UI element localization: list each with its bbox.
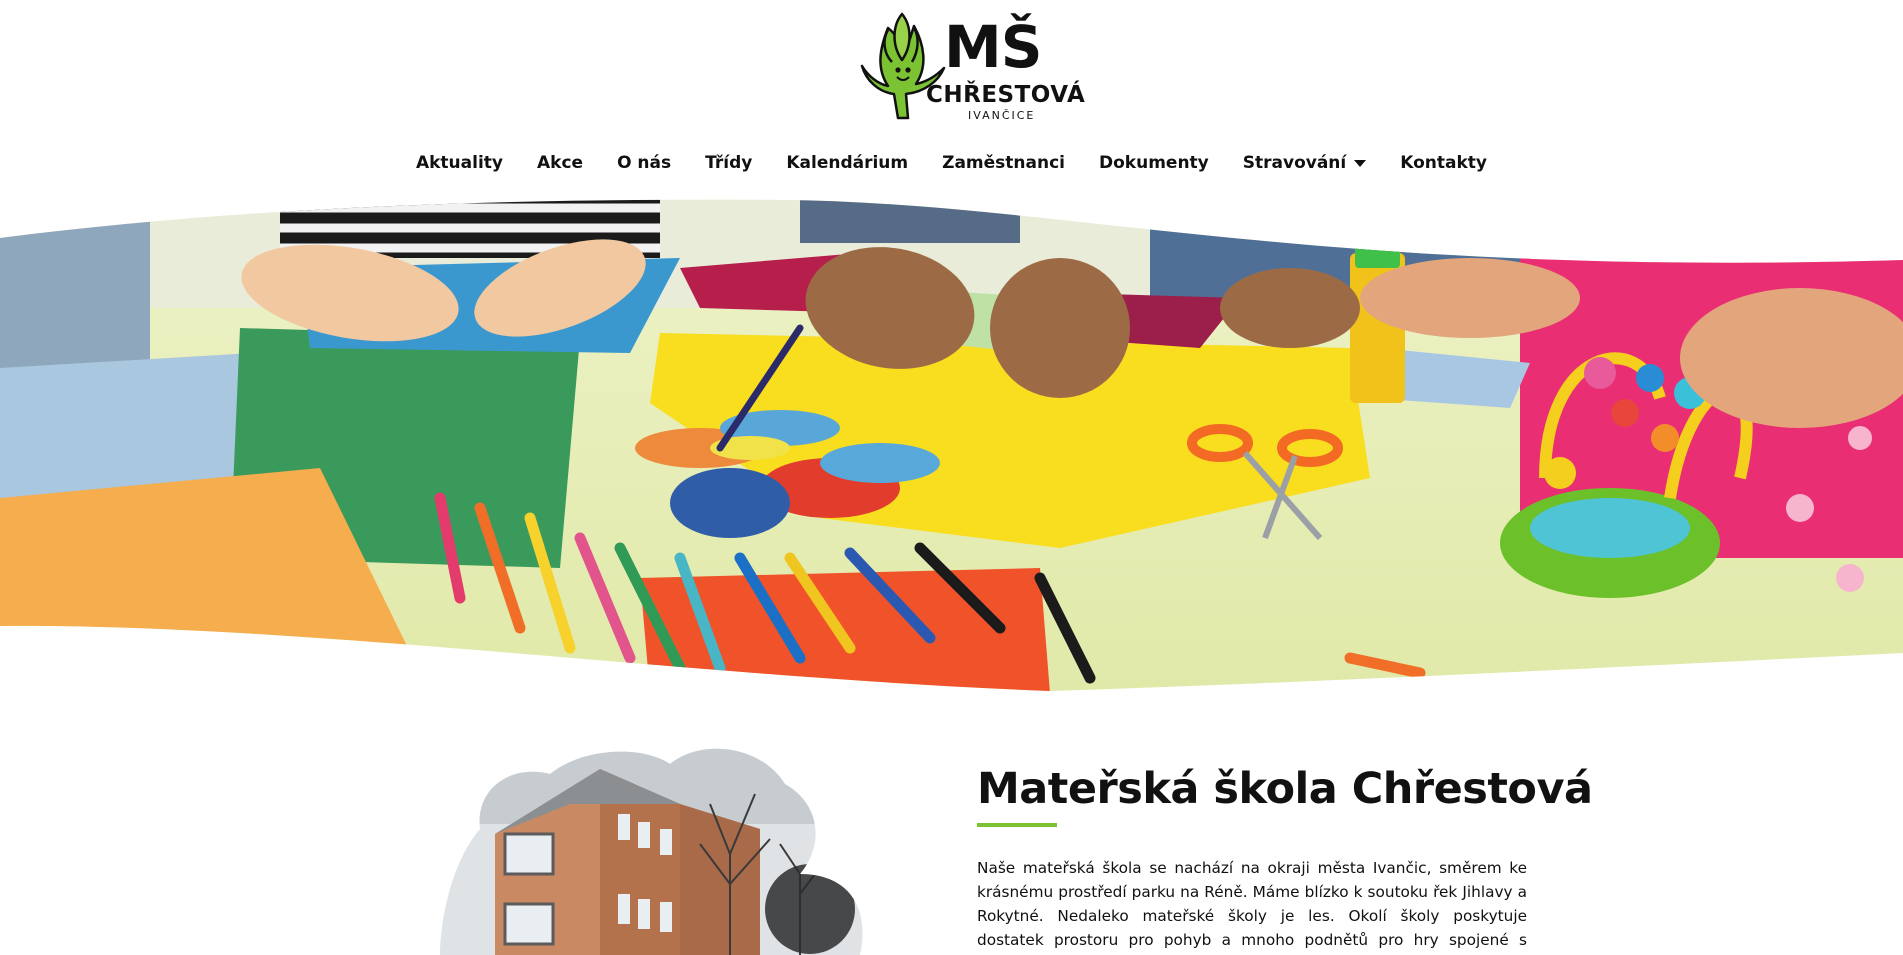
nav-item-label: Třídy: [705, 153, 753, 173]
nav-item-label: O nás: [617, 153, 672, 173]
nav-item-label: Zaměstnanci: [942, 153, 1065, 173]
nav-item-label: Kalendárium: [786, 153, 909, 173]
chevron-down-icon: [1354, 159, 1367, 167]
nav-item-o-nas[interactable]: O nás: [600, 150, 688, 176]
hero-image: [0, 199, 1903, 691]
about-paragraph: Naše mateřská škola se nachází na okraji…: [977, 859, 1527, 949]
nav-item-dokumenty[interactable]: Dokumenty: [1082, 150, 1226, 176]
nav-item-label: Kontakty: [1400, 153, 1488, 173]
nav-item-akce[interactable]: Akce: [520, 150, 600, 176]
logo-text-ms: MŠ: [944, 13, 1042, 81]
nav-item-aktuality[interactable]: Aktuality: [399, 150, 520, 176]
about-title: Mateřská škola Chřestová: [977, 764, 1593, 814]
logo-text-name: CHŘESTOVÁ: [926, 82, 1086, 108]
school-building-image: [440, 748, 863, 955]
title-underline: [977, 823, 1057, 827]
nav-item-kalendarium[interactable]: Kalendárium: [769, 150, 925, 176]
main-navigation: Aktuality Akce O nás Třídy Kalendárium Z…: [0, 150, 1903, 176]
logo-text-town: IVANČICE: [968, 109, 1036, 122]
nav-item-label: Akce: [536, 153, 584, 173]
nav-item-label: Stravování: [1242, 153, 1347, 173]
nav-item-kontakty[interactable]: Kontakty: [1383, 150, 1504, 176]
nav-item-stravovani[interactable]: Stravování: [1226, 150, 1383, 176]
nav-item-zamestnanci[interactable]: Zaměstnanci: [925, 150, 1082, 176]
nav-item-label: Dokumenty: [1099, 153, 1209, 173]
nav-item-tridy[interactable]: Třídy: [688, 150, 769, 176]
nav-item-label: Aktuality: [415, 153, 503, 173]
